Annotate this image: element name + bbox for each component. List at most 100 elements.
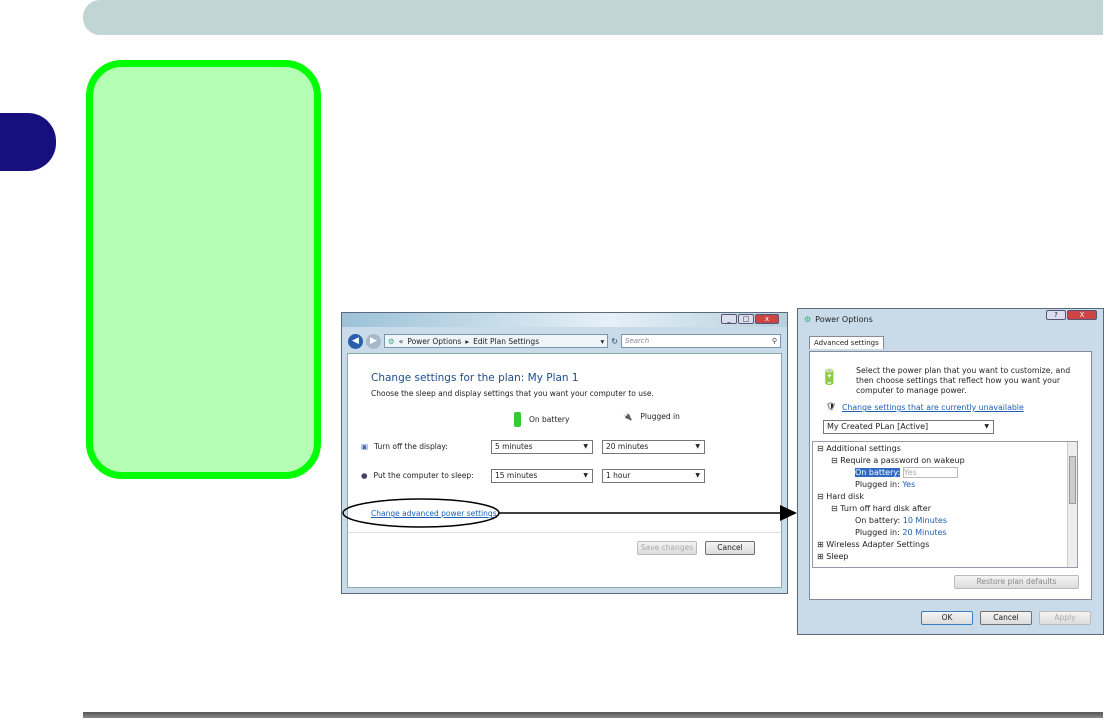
edit-plan-window: _ □ x ◀ ▶ ⚙ « Power Options ▸ Edit Plan Sett… (341, 312, 788, 594)
tree-item-additional[interactable]: ⊟ Additional settings (817, 443, 901, 454)
dialog-title-text: Power Options (815, 315, 873, 324)
tab-advanced-settings[interactable]: Advanced settings (809, 336, 884, 349)
power-plug-icon: 🔋 (820, 368, 839, 386)
intro-text: Select the power plan that you want to c… (856, 366, 1071, 395)
select-value: 15 minutes (495, 471, 538, 480)
cancel-button[interactable]: Cancel (980, 611, 1032, 625)
tree-label: Plugged in: (855, 528, 900, 537)
sleep-plugged-select[interactable]: 1 hour ▼ (602, 469, 705, 483)
sleep-icon: ● (361, 471, 368, 480)
shield-icon: 🛡 (826, 402, 837, 411)
display-battery-select[interactable]: 5 minutes ▼ (491, 440, 593, 454)
page-title: Change settings for the plan: My Plan 1 (371, 372, 579, 384)
minimize-button[interactable]: _ (721, 314, 737, 324)
back-button[interactable]: ◀ (348, 333, 363, 349)
tree-label: Wireless Adapter Settings (826, 540, 930, 549)
display-row: ▣ Turn off the display: (361, 442, 448, 451)
control-panel-icon: ⚙ (388, 336, 395, 346)
content-pane: Change settings for the plan: My Plan 1 … (347, 353, 782, 588)
pw-battery-select[interactable]: Yes (902, 467, 958, 478)
settings-tree: ⊟ Additional settings ⊟ Require a passwo… (812, 441, 1078, 568)
column-plugged: 🔌 Plugged in (623, 412, 680, 421)
tree-value[interactable]: 10 Minutes (903, 516, 947, 525)
select-value: My Created PLan [Active] (827, 422, 929, 431)
ok-button[interactable]: OK (921, 611, 973, 625)
dialog-controls: ? X (1046, 310, 1097, 320)
power-options-dialog: ⚙ Power Options ? X Advanced settings 🔋 Se… (797, 308, 1104, 635)
close-button[interactable]: x (755, 314, 779, 324)
tree-item-hard-disk[interactable]: ⊟ Hard disk (817, 491, 864, 502)
select-value: 20 minutes (606, 442, 649, 451)
tree-item-pw-plugged[interactable]: Plugged in: Yes (855, 479, 915, 490)
tree-value[interactable]: Yes (902, 480, 915, 489)
tree-value[interactable]: 20 Minutes (902, 528, 946, 537)
footer-rule (83, 712, 1103, 718)
callout-ellipse (342, 498, 500, 528)
select-value: 1 hour (606, 471, 631, 480)
cancel-button[interactable]: Cancel (705, 541, 755, 555)
tree-label: On battery: (855, 516, 901, 525)
tree-item-sleep[interactable]: ⊞ Sleep (817, 551, 848, 562)
forward-button[interactable]: ▶ (366, 333, 381, 349)
chevron-down-icon: ▼ (583, 443, 588, 450)
dialog-title: ⚙ Power Options (804, 315, 873, 324)
chapter-tab (0, 113, 56, 171)
tree-item-password[interactable]: ⊟ Require a password on wakeup (831, 455, 965, 466)
unavailable-settings-link[interactable]: Change settings that are currently unava… (842, 403, 1024, 412)
arrowhead-icon (780, 505, 797, 521)
tree-label: Sleep (826, 552, 849, 561)
search-input[interactable]: Search ⚲ (621, 334, 781, 348)
chevron-down-icon[interactable]: ▾ (601, 337, 605, 346)
page-subtitle: Choose the sleep and display settings th… (371, 389, 654, 398)
tree-label: On battery: (855, 468, 901, 477)
maximize-button[interactable]: □ (738, 314, 754, 324)
plan-select[interactable]: My Created PLan [Active] ▼ (823, 420, 994, 434)
tree-item-disk-battery[interactable]: On battery: 10 Minutes (855, 515, 947, 526)
restore-defaults-button[interactable]: Restore plan defaults (954, 575, 1079, 589)
column-label: On battery (529, 415, 570, 424)
sleep-battery-select[interactable]: 15 minutes ▼ (491, 469, 593, 483)
tree-item-disk-plugged[interactable]: Plugged in: 20 Minutes (855, 527, 947, 538)
refresh-icon[interactable]: ↻ (611, 337, 618, 346)
tree-label: Turn off hard disk after (840, 504, 932, 513)
tree-item-wireless[interactable]: ⊞ Wireless Adapter Settings (817, 539, 929, 550)
column-battery: On battery (514, 412, 569, 427)
row-label: Turn off the display: (374, 442, 448, 451)
display-plugged-select[interactable]: 20 minutes ▼ (602, 440, 705, 454)
breadcrumb-power-options[interactable]: Power Options (407, 337, 461, 346)
note-box (86, 60, 321, 479)
select-value: Yes (903, 468, 917, 477)
breadcrumb-edit-plan[interactable]: Edit Plan Settings (473, 337, 539, 346)
tree-label: Hard disk (826, 492, 865, 501)
tree-label: Plugged in: (855, 480, 900, 489)
close-button[interactable]: X (1067, 310, 1097, 320)
tree-scrollbar[interactable] (1067, 442, 1077, 567)
plug-icon: 🔌 (623, 412, 633, 421)
scrollbar-thumb[interactable] (1069, 456, 1076, 504)
apply-button[interactable]: Apply (1039, 611, 1091, 625)
tree-label: Additional settings (826, 444, 901, 453)
tree-item-turn-off-disk[interactable]: ⊟ Turn off hard disk after (831, 503, 931, 514)
search-placeholder: Search (625, 337, 650, 345)
header-bar (83, 0, 1103, 35)
address-bar: ◀ ▶ ⚙ « Power Options ▸ Edit Plan Settings… (348, 333, 781, 349)
save-changes-button[interactable]: Save changes (637, 541, 697, 555)
tree-label: Require a password on wakeup (840, 456, 965, 465)
chevron-down-icon: ▼ (984, 423, 989, 430)
search-icon: ⚲ (771, 337, 777, 345)
row-label: Put the computer to sleep: (373, 471, 474, 480)
window-controls: _ □ x (721, 314, 779, 324)
display-icon: ▣ (361, 442, 369, 451)
chevron-down-icon: ▼ (583, 472, 588, 479)
tree-item-pw-battery[interactable]: On battery: Yes (855, 467, 958, 478)
sleep-row: ● Put the computer to sleep: (361, 471, 474, 480)
callout-arrow (342, 498, 797, 528)
battery-icon (514, 412, 521, 427)
help-button[interactable]: ? (1046, 310, 1066, 320)
power-options-icon: ⚙ (804, 315, 812, 324)
chevron-down-icon: ▼ (695, 443, 700, 450)
column-label: Plugged in (640, 412, 680, 421)
breadcrumb[interactable]: ⚙ « Power Options ▸ Edit Plan Settings ▾ (384, 334, 609, 348)
chevron-down-icon: ▼ (695, 472, 700, 479)
select-value: 5 minutes (495, 442, 533, 451)
